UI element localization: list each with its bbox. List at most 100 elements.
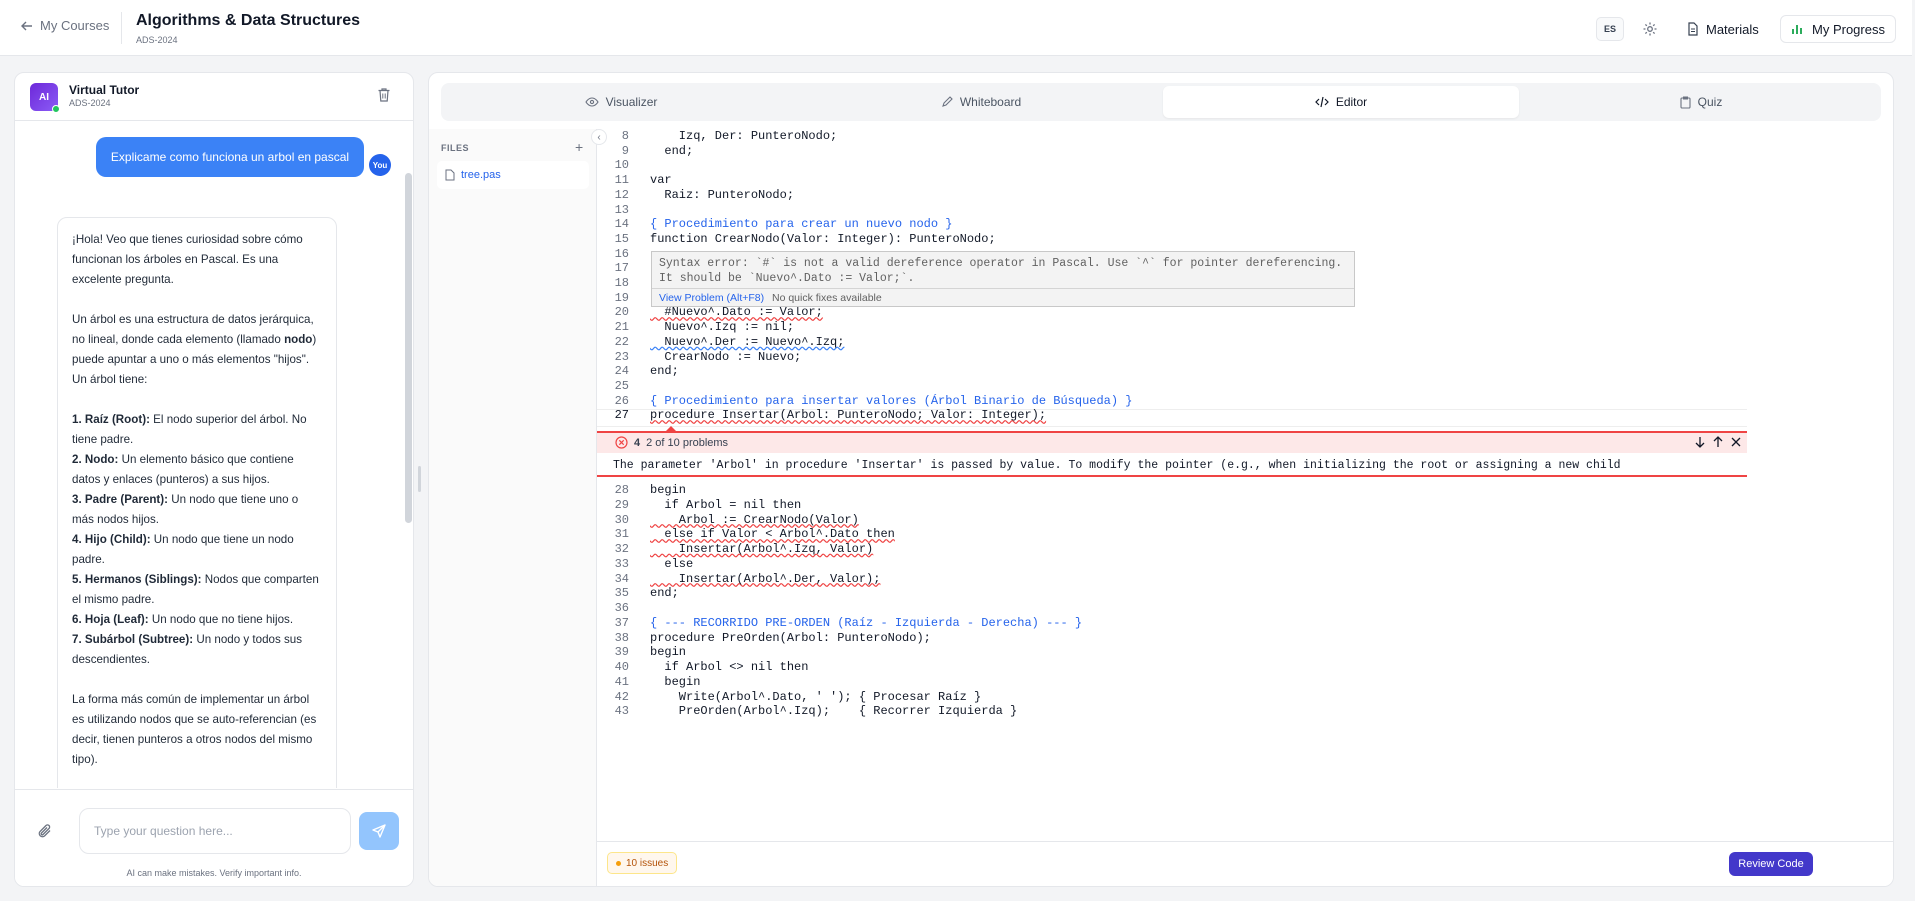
line-number: 24 <box>614 364 629 379</box>
send-button[interactable] <box>359 812 399 850</box>
tab-quiz[interactable]: Quiz <box>1521 86 1881 118</box>
line-number: 11 <box>614 173 629 188</box>
code-line[interactable]: Nuevo^.Der := Nuevo^.Izq; <box>650 335 844 349</box>
code-line[interactable]: procedure PreOrden(Arbol: PunteroNodo); <box>650 631 931 645</box>
code-line[interactable]: begin <box>650 675 700 689</box>
tab-label: Editor <box>1335 95 1368 109</box>
error-circle-icon <box>615 436 628 449</box>
collapse-files-button[interactable]: ‹ <box>591 129 607 145</box>
code-icon <box>1314 96 1329 108</box>
code-line[interactable]: else <box>650 557 693 571</box>
line-number: 41 <box>614 674 629 689</box>
code-line[interactable]: Raiz: PunteroNodo; <box>650 188 794 202</box>
clear-chat-button[interactable] <box>377 87 391 103</box>
code-line[interactable]: CrearNodo := Nuevo; <box>650 350 801 364</box>
tab-editor[interactable]: Editor <box>1163 86 1519 118</box>
resize-handle[interactable] <box>418 466 421 492</box>
attach-button[interactable] <box>37 823 53 839</box>
ai-disclaimer: AI can make mistakes. Verify important i… <box>126 868 302 878</box>
add-file-button[interactable]: + <box>575 139 583 155</box>
code-line[interactable]: Izq, Der: PunteroNodo; <box>650 129 837 143</box>
eye-icon <box>584 97 599 107</box>
code-line[interactable]: end; <box>650 144 693 158</box>
code-line[interactable]: end; <box>650 364 679 378</box>
code-line[interactable]: Insertar(Arbol^.Der, Valor); <box>650 572 881 586</box>
list-item: 4. Hijo (Child): Un nodo que tiene un no… <box>72 530 322 570</box>
language-toggle[interactable]: ES <box>1596 17 1624 41</box>
my-progress-label: My Progress <box>1812 21 1885 37</box>
chat-scrollbar[interactable] <box>405 173 412 523</box>
tab-visualizer[interactable]: Visualizer <box>441 86 801 118</box>
code-line[interactable]: Write(Arbol^.Dato, ' '); { Procesar Raíz… <box>650 690 981 704</box>
line-number: 25 <box>614 378 629 393</box>
review-code-button[interactable]: Review Code <box>1729 852 1813 876</box>
code-line[interactable]: if Arbol = nil then <box>650 498 801 512</box>
previous-problem-button[interactable] <box>1711 435 1725 449</box>
view-problem-link[interactable]: View Problem (Alt+F8) <box>659 292 764 304</box>
warning-dot-icon <box>616 860 621 866</box>
tab-whiteboard[interactable]: Whiteboard <box>801 86 1161 118</box>
document-icon <box>1687 22 1699 36</box>
code-line[interactable]: { --- RECORRIDO PRE-ORDEN (Raíz - Izquie… <box>650 616 1082 630</box>
line-number: 17 <box>614 261 629 276</box>
workspace-panel: Visualizer Whiteboard Editor Quiz FILES … <box>428 72 1894 887</box>
my-progress-button[interactable]: My Progress <box>1780 15 1896 43</box>
materials-button[interactable]: Materials <box>1677 15 1769 43</box>
chat-messages[interactable]: Explicame como funciona un arbol en pasc… <box>15 121 413 788</box>
line-number: 20 <box>614 305 629 320</box>
line-number: 26 <box>614 393 629 408</box>
line-number: 9 <box>621 143 629 158</box>
code-line[interactable]: else if Valor < Arbol^.Dato then <box>650 527 894 541</box>
error-count: 4 <box>634 436 641 449</box>
code-line[interactable]: procedure Insertar(Arbol: PunteroNodo; V… <box>650 408 1046 422</box>
code-line[interactable]: begin <box>650 483 686 497</box>
line-number: 22 <box>614 334 629 349</box>
pen-icon <box>941 96 953 108</box>
problem-position: 2 of 10 problems <box>646 436 729 449</box>
settings-button[interactable] <box>1638 17 1662 41</box>
code-line[interactable]: { Procedimiento para insertar valores (Á… <box>650 394 1132 408</box>
top-bar: My Courses Algorithms & Data Structures … <box>0 0 1912 56</box>
line-number: 21 <box>614 320 629 335</box>
code-line[interactable]: { Procedimiento para crear un nuevo nodo… <box>650 217 952 231</box>
code-editor[interactable]: 8 Izq, Der: PunteroNodo; 9 end; 10 11 var 12 … <box>597 129 1893 841</box>
code-line[interactable]: end; <box>650 586 679 600</box>
close-peek-button[interactable] <box>1729 435 1743 449</box>
tab-label: Visualizer <box>605 95 658 109</box>
code-line[interactable]: Nuevo^.Izq := nil; <box>650 320 794 334</box>
list-term: 4. Hijo (Child): <box>72 533 151 546</box>
code-line[interactable]: #Nuevo^.Dato := Valor; <box>650 305 822 319</box>
code-line[interactable]: Arbol := CrearNodo(Valor) <box>650 513 859 527</box>
line-number: 36 <box>614 601 629 615</box>
code-line[interactable]: function CrearNodo(Valor: Integer): Punt… <box>650 232 996 246</box>
tutor-chat-panel: AI Virtual Tutor ADS-2024 Explicame como… <box>14 72 414 887</box>
send-icon <box>371 823 387 839</box>
list-item: 3. Padre (Parent): Un nodo que tiene uno… <box>72 490 322 530</box>
list-term: 6. Hoja (Leaf): <box>72 613 149 626</box>
ai-paragraph: Un árbol es una estructura de datos jerá… <box>72 310 322 390</box>
chat-input[interactable]: Type your question here... <box>79 808 351 854</box>
line-number: 14 <box>614 217 629 232</box>
line-number: 34 <box>614 571 629 586</box>
list-term: 1. Raíz (Root): <box>72 413 150 426</box>
code-line[interactable]: if Arbol <> nil then <box>650 660 808 674</box>
line-number: 37 <box>614 615 629 630</box>
back-to-courses-link[interactable]: My Courses <box>20 18 109 33</box>
issues-badge[interactable]: 10 issues <box>607 852 678 874</box>
file-item-tree-pas[interactable]: tree.pas <box>437 161 589 189</box>
peek-controls <box>1693 435 1743 449</box>
code-line[interactable]: Insertar(Arbol^.Izq, Valor) <box>650 542 873 556</box>
hover-actions: View Problem (Alt+F8) No quick fixes ava… <box>652 288 1354 307</box>
course-code: ADS-2024 <box>136 35 178 45</box>
code-line[interactable]: var <box>650 173 672 187</box>
line-number: 18 <box>614 276 629 290</box>
course-title: Algorithms & Data Structures <box>136 12 361 29</box>
next-problem-button[interactable] <box>1693 435 1707 449</box>
list-item: 2. Nodo: Un elemento básico que contiene… <box>72 450 322 490</box>
arrow-left-icon <box>20 19 34 33</box>
no-quick-fixes-label: No quick fixes available <box>772 292 882 304</box>
code-line[interactable]: begin <box>650 645 686 659</box>
trash-icon <box>377 87 391 103</box>
code-line[interactable]: PreOrden(Arbol^.Izq); { Recorrer Izquier… <box>650 704 1017 718</box>
file-icon <box>445 169 455 181</box>
